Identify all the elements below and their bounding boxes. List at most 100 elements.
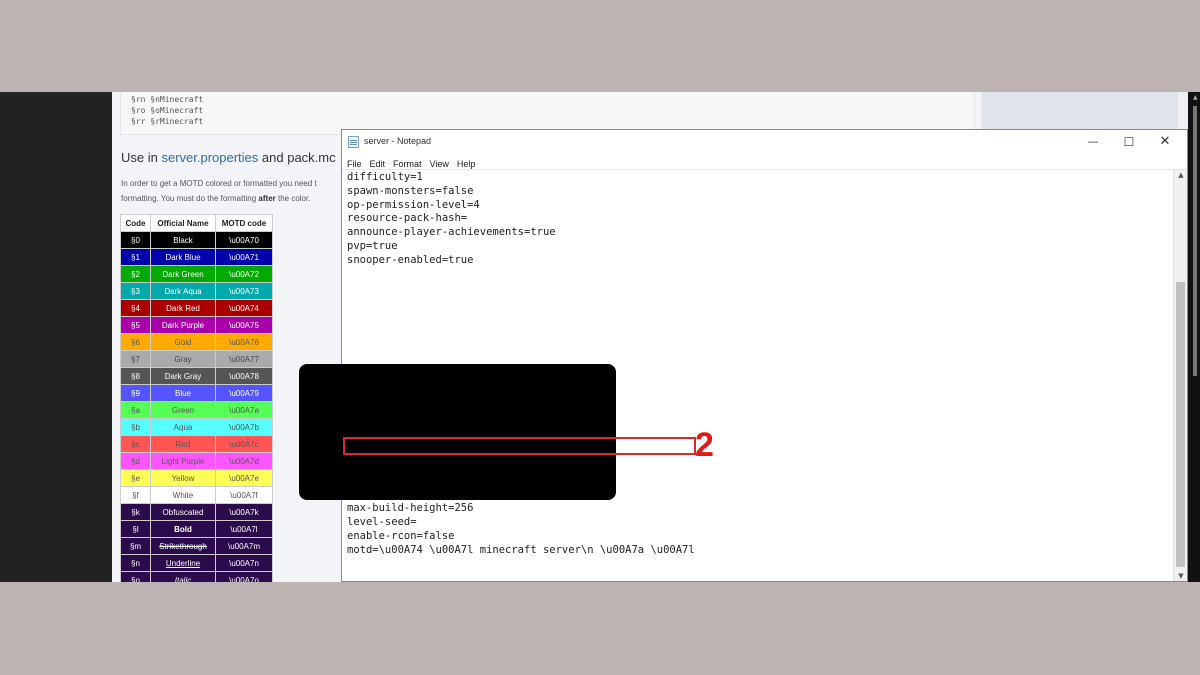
table-cell-name: Obfuscated: [150, 503, 216, 521]
text-line: enable-rcon=false: [347, 529, 455, 542]
column-header-motd-code: MOTD code: [215, 214, 273, 232]
table-cell-code: §b: [120, 418, 151, 436]
browser-scrollbar[interactable]: ▲: [1188, 92, 1200, 582]
table-cell-name: Blue: [150, 384, 216, 402]
table-cell-name: Strikethrough: [150, 537, 216, 555]
table-cell-motd: \u00A79: [215, 384, 273, 402]
table-cell-code: §8: [120, 367, 151, 385]
scroll-up-icon[interactable]: ▲: [1193, 94, 1198, 101]
text-line: spawn-monsters=false: [347, 184, 474, 197]
code-line: §ro §oMinecraft: [131, 106, 204, 115]
text-line: announce-player-achievements=true: [347, 226, 556, 239]
sidebar-card: [982, 92, 1178, 132]
table-row: §a Green \u00A7a: [120, 401, 273, 419]
table-cell-code: §f: [120, 486, 151, 504]
code-line: §rr §rMinecraft: [131, 117, 204, 126]
screenshot-frame: §rn §nMinecraft §ro §oMinecraft §rr §rMi…: [0, 92, 1200, 582]
menu-edit[interactable]: Edit: [365, 157, 389, 169]
table-cell-code: §6: [120, 333, 151, 351]
table-cell-motd: \u00A7b: [215, 418, 273, 436]
code-line: §rn §nMinecraft: [131, 95, 204, 104]
table-cell-motd: \u00A7n: [215, 554, 273, 572]
table-cell-name: White: [150, 486, 216, 504]
scrollbar-thumb[interactable]: [1176, 282, 1185, 567]
table-cell-motd: \u00A75: [215, 316, 273, 334]
text-line: snooper-enabled=true: [347, 253, 474, 266]
table-cell-code: §a: [120, 401, 151, 419]
paragraph-text: the color.: [275, 194, 311, 203]
section-heading: Use in server.properties and pack.mc: [121, 150, 336, 165]
table-cell-code: §m: [120, 537, 151, 555]
table-cell-motd: \u00A78: [215, 367, 273, 385]
paragraph-text: formatting. You must do the formatting: [121, 194, 259, 203]
table-cell-motd: \u00A7o: [215, 571, 273, 582]
color-table-body: §0 Black \u00A70 §1 Dark Blue \u00A71 §2 Dark G…: [120, 231, 273, 582]
notepad-scrollbar[interactable]: ▲ ▼: [1173, 170, 1187, 581]
table-row: §d Light Purple \u00A7d: [120, 452, 273, 470]
table-row: §n Underline \u00A7n: [120, 554, 273, 572]
heading-suffix: and pack.mc: [258, 150, 336, 165]
table-cell-motd: \u00A7m: [215, 537, 273, 555]
table-cell-code: §e: [120, 469, 151, 487]
menu-file[interactable]: File: [342, 157, 365, 169]
table-cell-name: Italic: [150, 571, 216, 582]
table-row: §6 Gold \u00A76: [120, 333, 273, 351]
text-line: resource-pack-hash=: [347, 212, 468, 225]
scroll-up-icon[interactable]: ▲: [1174, 171, 1188, 179]
paragraph-emphasis: after: [258, 194, 276, 203]
server-properties-link[interactable]: server.properties: [161, 150, 258, 165]
text-line: difficulty=1: [347, 171, 423, 183]
table-cell-name: Red: [150, 435, 216, 453]
redaction-block: [299, 364, 616, 500]
table-row: §8 Dark Gray \u00A78: [120, 367, 273, 385]
table-row: §l Bold \u00A7l: [120, 520, 273, 538]
color-codes-table: Code Official Name MOTD code §0 Black \u00…: [120, 214, 273, 582]
menu-view[interactable]: View: [425, 157, 452, 169]
table-cell-code: §d: [120, 452, 151, 470]
notepad-titlebar[interactable]: server - Notepad — ☐ ✕: [342, 130, 1187, 154]
scroll-down-icon[interactable]: ▼: [1174, 572, 1188, 580]
paragraph-line: In order to get a MOTD colored or format…: [121, 179, 317, 188]
close-icon[interactable]: ✕: [1147, 130, 1183, 154]
table-cell-name: Dark Gray: [150, 367, 216, 385]
table-cell-code: §o: [120, 571, 151, 582]
minimize-icon[interactable]: —: [1075, 130, 1111, 154]
notepad-icon: [348, 136, 359, 148]
table-cell-name: Aqua: [150, 418, 216, 436]
text-line: op-permission-level=4: [347, 198, 480, 211]
table-cell-motd: \u00A7f: [215, 486, 273, 504]
table-header-row: Code Official Name MOTD code: [120, 214, 273, 232]
table-cell-name: Dark Red: [150, 299, 216, 317]
table-cell-name: Dark Green: [150, 265, 216, 283]
menu-format[interactable]: Format: [388, 157, 425, 169]
table-cell-code: §4: [120, 299, 151, 317]
table-cell-code: §3: [120, 282, 151, 300]
section-paragraph: In order to get a MOTD colored or format…: [121, 176, 351, 206]
table-cell-name: Gray: [150, 350, 216, 368]
table-cell-motd: \u00A76: [215, 333, 273, 351]
left-background: [0, 92, 112, 582]
table-row: §4 Dark Red \u00A74: [120, 299, 273, 317]
table-cell-motd: \u00A7c: [215, 435, 273, 453]
table-cell-code: §k: [120, 503, 151, 521]
table-row: §9 Blue \u00A79: [120, 384, 273, 402]
notepad-window[interactable]: server - Notepad — ☐ ✕ File Edit Format Vie…: [341, 129, 1188, 582]
motd-highlight-box: [343, 437, 696, 455]
step-number-label: 2: [695, 426, 714, 464]
table-cell-code: §7: [120, 350, 151, 368]
menu-help[interactable]: Help: [452, 157, 479, 169]
maximize-icon[interactable]: ☐: [1111, 130, 1147, 154]
scrollbar-thumb[interactable]: [1193, 106, 1197, 376]
table-cell-code: §5: [120, 316, 151, 334]
table-cell-motd: \u00A7l: [215, 520, 273, 538]
table-row: §e Yellow \u00A7e: [120, 469, 273, 487]
table-cell-name: Gold: [150, 333, 216, 351]
table-cell-name: Green: [150, 401, 216, 419]
table-cell-motd: \u00A73: [215, 282, 273, 300]
column-header-code: Code: [120, 214, 151, 232]
table-row: §1 Dark Blue \u00A71: [120, 248, 273, 266]
table-row: §m Strikethrough \u00A7m: [120, 537, 273, 555]
table-cell-name: Dark Blue: [150, 248, 216, 266]
text-line: pvp=true: [347, 239, 398, 252]
heading-prefix: Use in: [121, 150, 162, 165]
